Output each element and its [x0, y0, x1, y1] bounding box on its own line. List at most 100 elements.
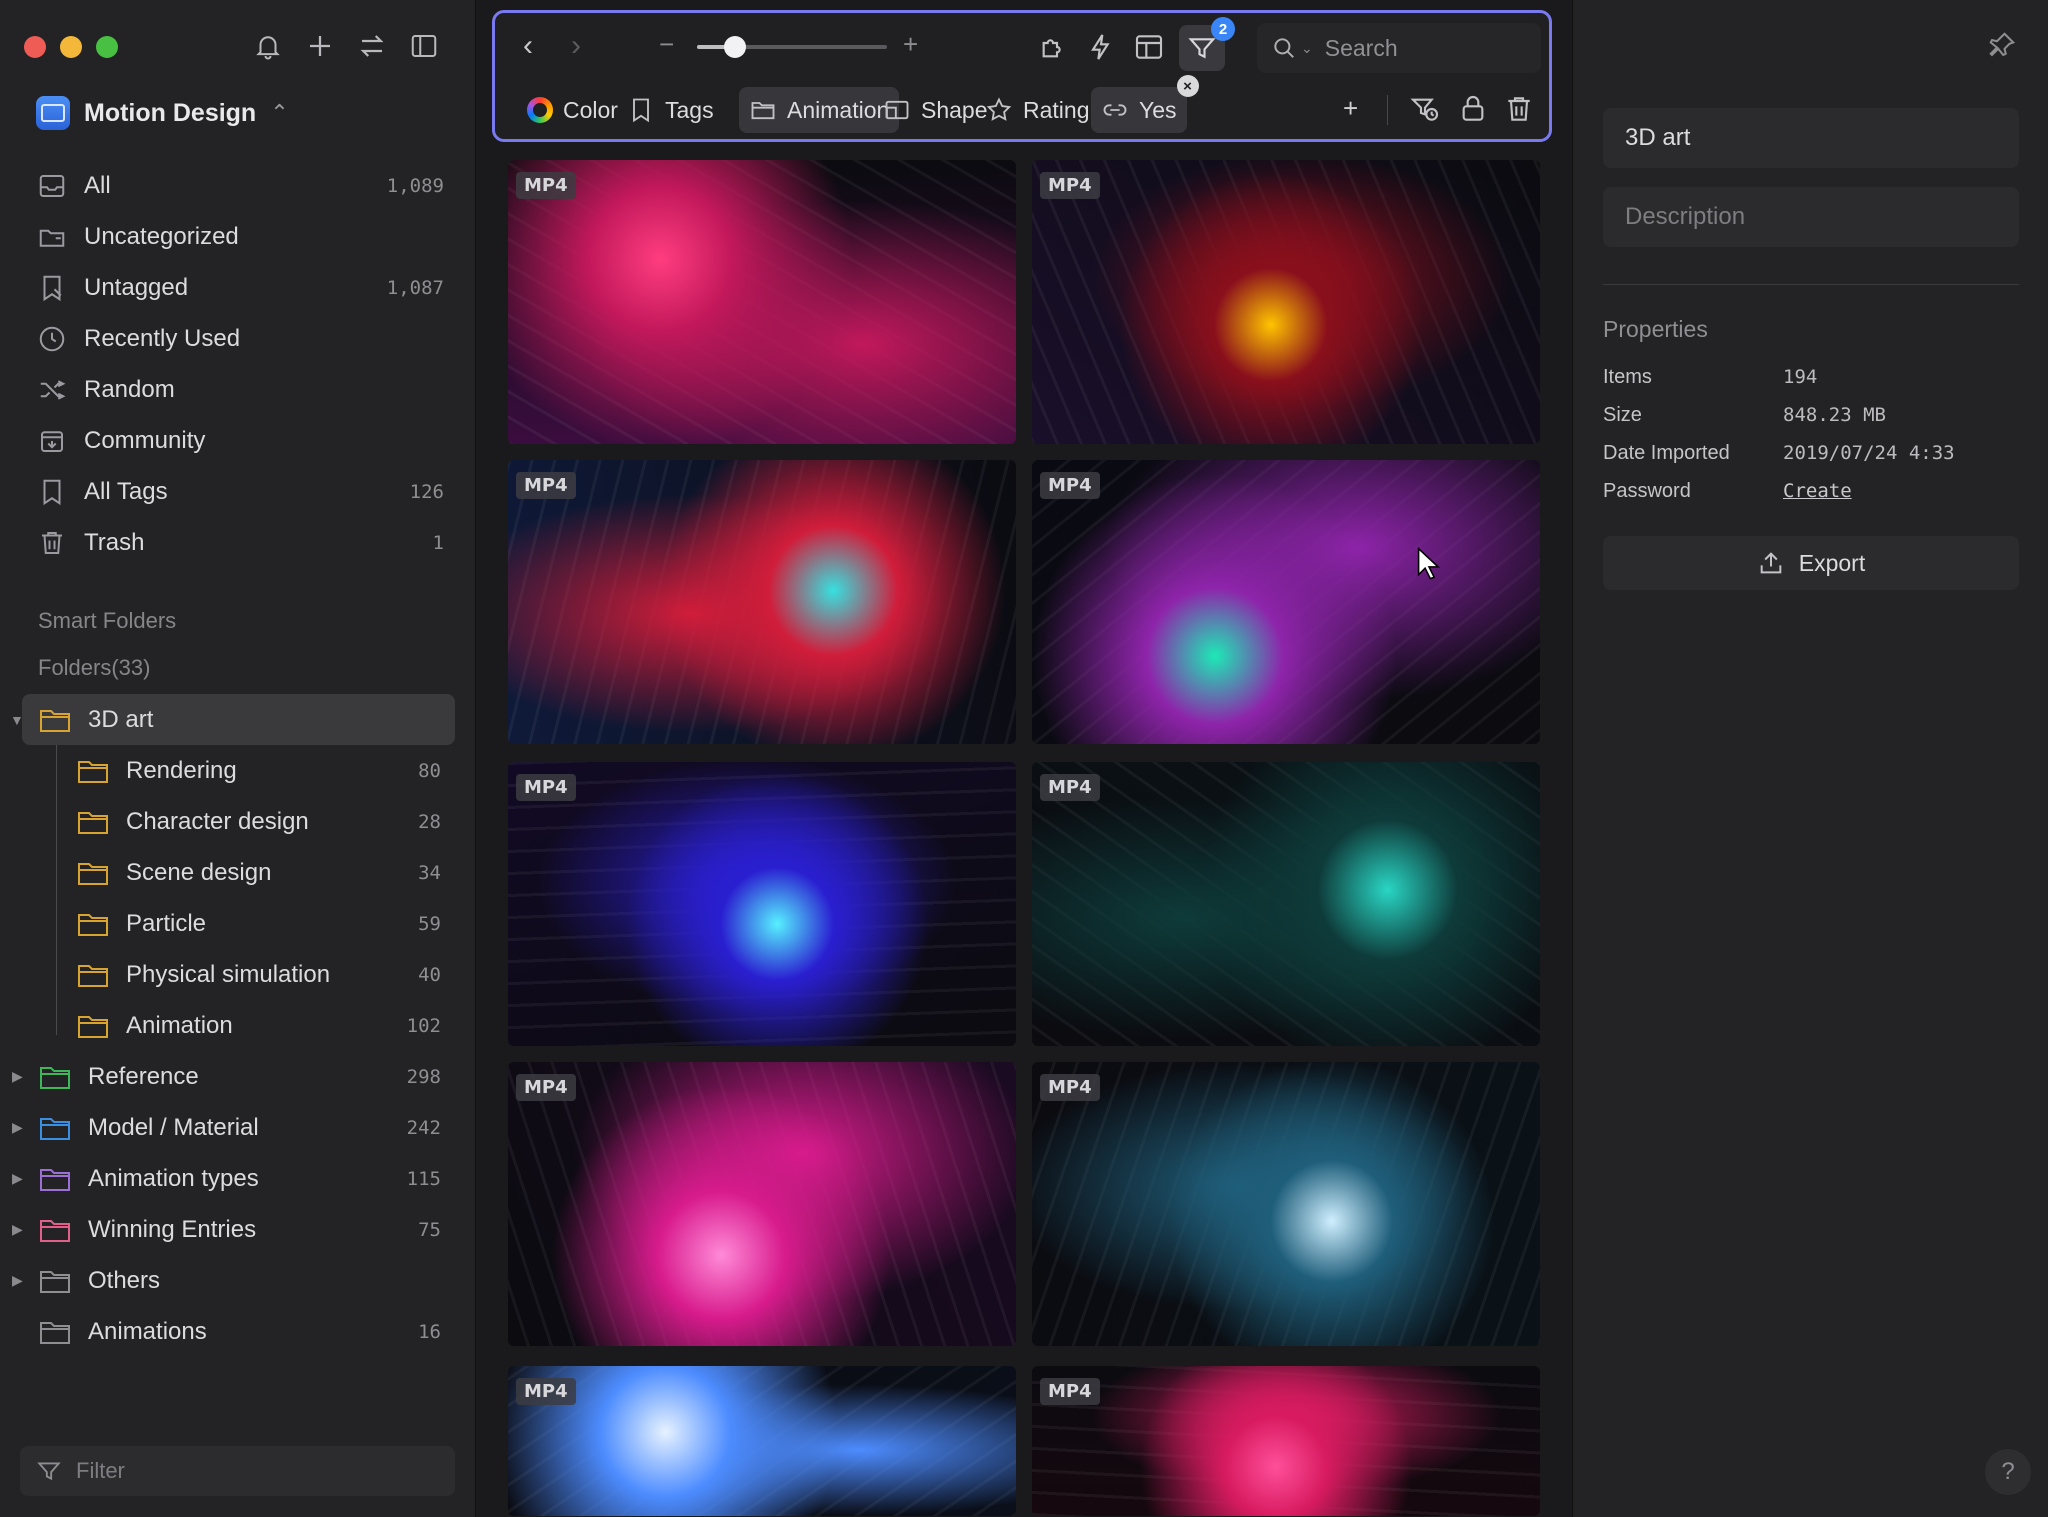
folder-name-field[interactable]	[1603, 108, 2019, 168]
sidebar-item-random[interactable]: Random	[24, 364, 456, 415]
folder-animation[interactable]: Animation 102	[0, 1000, 475, 1051]
zoom-window-button[interactable]	[96, 36, 118, 58]
folder-winning-entries[interactable]: ▶ Winning Entries 75	[0, 1204, 475, 1255]
asset-thumbnail[interactable]: MP4	[1032, 1366, 1540, 1516]
inbox-icon	[36, 170, 68, 202]
notifications-button[interactable]	[252, 26, 284, 66]
sidebar-item-label: All Tags	[84, 477, 168, 505]
layout-icon	[1135, 35, 1163, 59]
asset-thumbnail[interactable]: MP4	[1032, 762, 1540, 1046]
folder-physical-simulation[interactable]: Physical simulation 40	[0, 949, 475, 1000]
sidebar-filter-input[interactable]	[74, 1457, 438, 1485]
asset-thumbnail[interactable]: MP4	[1032, 1062, 1540, 1346]
trash-icon	[36, 527, 68, 559]
smart-folders-header[interactable]: Smart Folders	[38, 608, 176, 634]
folder-label: 3D art	[88, 705, 154, 733]
zoom-in-button[interactable]: +	[903, 29, 918, 60]
asset-thumbnail[interactable]: MP4	[508, 460, 1016, 744]
sidebar-item-recently-used[interactable]: Recently Used	[24, 313, 456, 364]
asset-thumbnail[interactable]: MP4	[508, 762, 1016, 1046]
folders-header[interactable]: Folders(33)	[38, 655, 150, 681]
caret-right-icon[interactable]: ▶	[12, 1221, 26, 1238]
toggle-sidebar-button[interactable]	[408, 26, 440, 66]
filter-chip-yes[interactable]: Yes ×	[1091, 75, 1199, 133]
folder-character-design[interactable]: Character design 28	[0, 796, 475, 847]
folder-icon	[38, 1114, 72, 1142]
caret-down-icon[interactable]: ▼	[10, 712, 24, 728]
filter-chip-tags[interactable]: Tags	[617, 87, 724, 133]
folder-name-input[interactable]	[1623, 123, 1999, 153]
asset-thumbnail[interactable]: MP4	[508, 1366, 1016, 1516]
folder-count: 298	[406, 1065, 441, 1088]
sidebar-item-all-tags[interactable]: All Tags 126	[24, 466, 456, 517]
filter-toggle-button[interactable]: 2	[1179, 17, 1235, 71]
lock-filter-button[interactable]	[1457, 93, 1491, 127]
untagged-icon	[36, 272, 68, 304]
sidebar-item-trash[interactable]: Trash 1	[24, 517, 456, 568]
plugins-button[interactable]	[1037, 31, 1071, 65]
actions-button[interactable]	[1085, 31, 1119, 65]
window-controls	[24, 36, 118, 58]
search-box[interactable]: ⌄	[1257, 23, 1541, 73]
folder-3d-art[interactable]: ▼ 3D art	[10, 694, 455, 745]
bookmark-icon	[36, 476, 68, 508]
uncategorized-folder-icon	[39, 229, 65, 247]
sidebar-filter[interactable]	[20, 1446, 455, 1496]
shuffle-icon	[40, 379, 66, 400]
folder-others[interactable]: ▶ Others	[0, 1255, 475, 1306]
folder-rendering[interactable]: Rendering 80	[0, 745, 475, 796]
caret-right-icon[interactable]: ▶	[12, 1068, 26, 1085]
folder-reference[interactable]: ▶ Reference 298	[0, 1051, 475, 1102]
add-filter-button[interactable]: +	[1343, 93, 1358, 124]
search-input[interactable]	[1322, 33, 1527, 63]
asset-thumbnail[interactable]: MP4	[508, 160, 1016, 444]
create-password-link[interactable]: Create	[1783, 480, 1852, 502]
folder-icon	[38, 1216, 72, 1244]
add-button[interactable]	[304, 26, 336, 66]
folder-count: 34	[418, 861, 441, 884]
caret-right-icon[interactable]: ▶	[12, 1119, 26, 1136]
description-field[interactable]	[1603, 187, 2019, 247]
clear-filters-button[interactable]	[1409, 93, 1443, 127]
sidebar-item-community[interactable]: Community	[24, 415, 456, 466]
shape-icon	[885, 100, 909, 120]
folder-label: Scene design	[126, 858, 272, 886]
filter-chip-color[interactable]: Color	[517, 87, 628, 133]
library-switcher[interactable]: Motion Design ⌃	[36, 96, 289, 130]
sidebar-item-all[interactable]: All 1,089	[24, 160, 456, 211]
folder-scene-design[interactable]: Scene design 34	[0, 847, 475, 898]
zoom-out-button[interactable]: −	[659, 29, 674, 60]
minimize-window-button[interactable]	[60, 36, 82, 58]
description-input[interactable]	[1623, 202, 1999, 232]
asset-thumbnail[interactable]: MP4	[1032, 460, 1540, 744]
folder-animation-types[interactable]: ▶ Animation types 115	[0, 1153, 475, 1204]
sidebar: Motion Design ⌃ All 1,089 Uncategorized …	[0, 0, 476, 1517]
help-button[interactable]: ?	[1985, 1449, 2031, 1495]
pin-button[interactable]	[1987, 30, 2019, 62]
chevron-down-icon[interactable]: ⌄	[1301, 40, 1313, 57]
caret-right-icon[interactable]: ▶	[12, 1170, 26, 1187]
zoom-slider[interactable]	[697, 36, 887, 58]
folder-label: Winning Entries	[88, 1215, 257, 1243]
back-button[interactable]: ‹	[523, 29, 533, 63]
remove-chip-icon[interactable]: ×	[1176, 75, 1199, 97]
folder-animations[interactable]: Animations 16	[0, 1306, 475, 1357]
layout-button[interactable]	[1133, 31, 1167, 65]
sync-button[interactable]	[356, 26, 388, 66]
folder-particle[interactable]: Particle 59	[0, 898, 475, 949]
sidebar-item-count: 1,089	[386, 174, 444, 197]
folder-model-material[interactable]: ▶ Model / Material 242	[0, 1102, 475, 1153]
zoom-slider-thumb[interactable]	[724, 36, 746, 58]
sidebar-item-uncategorized[interactable]: Uncategorized	[24, 211, 456, 262]
sidebar-item-untagged[interactable]: Untagged 1,087	[24, 262, 456, 313]
asset-thumbnail[interactable]: MP4	[508, 1062, 1016, 1346]
export-button[interactable]: Export	[1603, 536, 2019, 590]
asset-thumbnail[interactable]: MP4	[1032, 160, 1540, 444]
delete-filter-button[interactable]	[1503, 93, 1537, 127]
filter-chip-rating[interactable]: Rating	[975, 87, 1099, 133]
close-window-button[interactable]	[24, 36, 46, 58]
inspector-panel: Properties Items 194Size 848.23 MBDate I…	[1572, 0, 2048, 1517]
folder-icon	[76, 961, 110, 989]
forward-button[interactable]: ›	[571, 29, 581, 63]
caret-right-icon[interactable]: ▶	[12, 1272, 26, 1289]
